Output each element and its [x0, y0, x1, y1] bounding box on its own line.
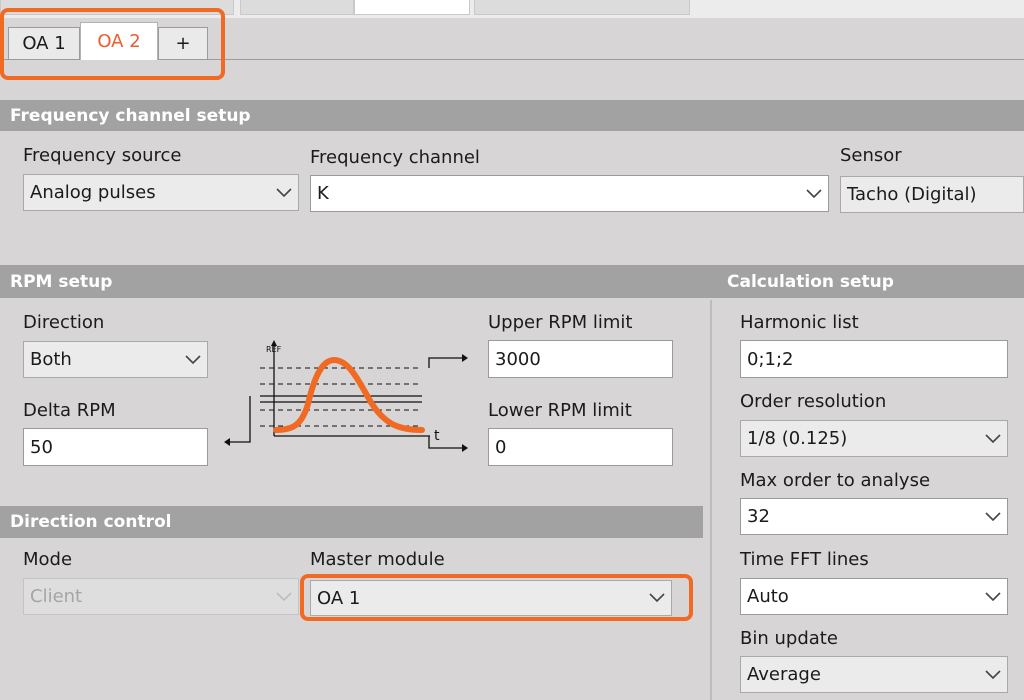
time-fft-lines-value: Auto: [747, 586, 789, 607]
chevron-down-icon: [979, 657, 1007, 692]
sensor-field[interactable]: Tacho (Digital): [840, 176, 1024, 213]
calculation-setup-title: Calculation setup: [727, 271, 894, 292]
chevron-down-icon: [800, 176, 828, 211]
bin-update-value: Average: [747, 664, 821, 685]
frequency-channel-value: K: [317, 183, 329, 204]
ref-label: REF: [266, 345, 282, 354]
parent-tab[interactable]: [0, 0, 234, 15]
chevron-down-icon: [979, 579, 1007, 614]
frequency-channel-dropdown[interactable]: K: [310, 175, 829, 212]
time-fft-lines-label: Time FFT lines: [740, 549, 869, 570]
direction-control-header: Direction control: [0, 506, 703, 538]
parent-tab[interactable]: [354, 0, 470, 15]
frequency-channel-label: Frequency channel: [310, 147, 480, 168]
delta-rpm-label: Delta RPM: [23, 400, 116, 421]
max-order-label: Max order to analyse: [740, 470, 931, 491]
max-order-value: 32: [747, 506, 770, 527]
order-resolution-value: 1/8 (0.125): [747, 428, 848, 449]
add-tab-button[interactable]: +: [158, 27, 208, 59]
frequency-setup-header: Frequency channel setup: [0, 100, 1024, 131]
rpm-trigger-diagram: REF t: [224, 340, 468, 452]
bin-update-dropdown[interactable]: Average: [740, 656, 1008, 693]
upper-rpm-label: Upper RPM limit: [488, 312, 633, 333]
mode-value: Client: [30, 586, 83, 607]
direction-value: Both: [30, 349, 72, 370]
chevron-down-icon: [270, 579, 298, 614]
sensor-label: Sensor: [840, 145, 902, 166]
sensor-value: Tacho (Digital): [847, 184, 977, 205]
time-fft-lines-dropdown[interactable]: Auto: [740, 578, 1008, 615]
chevron-down-icon: [643, 581, 671, 615]
tab-oa1[interactable]: OA 1: [8, 27, 80, 59]
master-module-value: OA 1: [317, 587, 361, 609]
direction-label: Direction: [23, 312, 105, 333]
chevron-down-icon: [179, 342, 207, 377]
lower-rpm-input[interactable]: 0: [488, 428, 673, 466]
mode-label: Mode: [23, 549, 73, 570]
chevron-down-icon: [270, 175, 298, 210]
chevron-down-icon: [979, 499, 1007, 534]
rpm-setup-header: RPM setup Calculation setup: [0, 265, 1024, 298]
rpm-setup-title: RPM setup: [10, 271, 113, 292]
harmonic-list-label: Harmonic list: [740, 312, 859, 333]
parent-tab[interactable]: [240, 0, 354, 15]
mode-dropdown[interactable]: Client: [23, 578, 299, 615]
frequency-source-label: Frequency source: [23, 145, 182, 166]
max-order-dropdown[interactable]: 32: [740, 498, 1008, 535]
delta-rpm-input[interactable]: 50: [23, 428, 208, 466]
order-resolution-dropdown[interactable]: 1/8 (0.125): [740, 420, 1008, 457]
master-module-label: Master module: [310, 549, 445, 570]
frequency-source-value: Analog pulses: [30, 182, 156, 203]
upper-rpm-input[interactable]: 3000: [488, 340, 673, 378]
lower-rpm-label: Lower RPM limit: [488, 400, 632, 421]
direction-dropdown[interactable]: Both: [23, 341, 208, 378]
parent-tab[interactable]: [474, 0, 690, 15]
tab-oa2[interactable]: OA 2: [80, 22, 158, 60]
order-resolution-label: Order resolution: [740, 391, 887, 412]
column-separator: [710, 300, 712, 700]
master-module-dropdown[interactable]: OA 1: [310, 580, 672, 616]
bin-update-label: Bin update: [740, 628, 838, 649]
harmonic-list-input[interactable]: 0;1;2: [740, 340, 1008, 378]
chevron-down-icon: [979, 421, 1007, 456]
frequency-source-dropdown[interactable]: Analog pulses: [23, 174, 299, 211]
t-label: t: [434, 428, 440, 444]
